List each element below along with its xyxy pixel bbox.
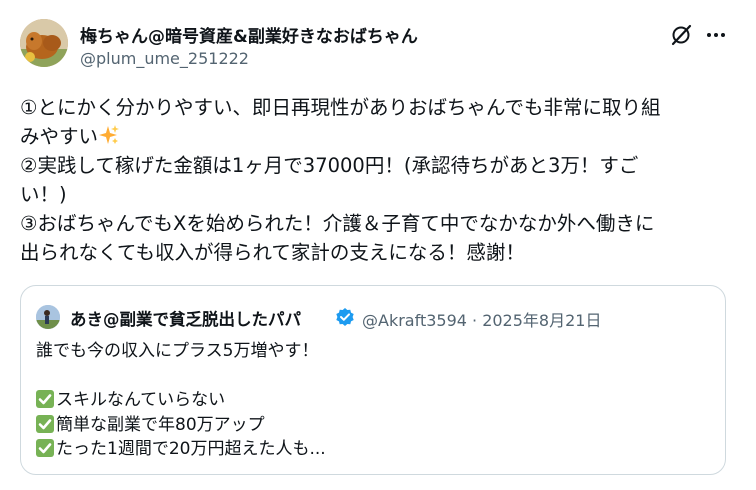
- tweet-text-line: 出られなくても収入が得られて家計の支えになる！感謝！: [20, 241, 525, 264]
- check-mark-button-emoji-icon: [36, 414, 54, 433]
- author-handle[interactable]: @plum_ume_251222: [80, 49, 249, 68]
- quoted-post-text: 誰でも今の収入にプラス5万増やす！ スキルなんていらない 簡単な副業で年80万ア…: [36, 339, 326, 462]
- tweet-text: ①とにかく分かりやすい、即日再現性がありおばちゃんでも非常に取り組 みやすい ②…: [20, 93, 732, 267]
- quoted-text-line: 誰でも今の収入にプラス5万増やす！: [36, 341, 319, 361]
- quoted-author-display-name: あき@副業で貧乏脱出したパパ: [70, 310, 301, 329]
- quoted-author-avatar: [36, 305, 60, 329]
- quoted-post-card[interactable]: あき@副業で貧乏脱出したパパ @Akraft3594 · 2025年8月21日 …: [20, 285, 726, 475]
- tweet-text-line: ①とにかく分かりやすい、即日再現性がありおばちゃんでも非常に取り組: [20, 96, 661, 119]
- check-mark-button-emoji-icon: [36, 439, 54, 457]
- quoted-list-item: スキルなんていらない: [36, 388, 326, 413]
- more-icon[interactable]: [704, 24, 728, 46]
- grok-icon[interactable]: [670, 24, 692, 46]
- check-mark-button-emoji-icon: [36, 390, 54, 408]
- verified-badge-icon: [335, 307, 355, 327]
- author-display-name[interactable]: 梅ちゃん@暗号資産&副業好きなおばちゃん: [80, 22, 418, 47]
- tweet-text-line: みやすい: [20, 122, 732, 151]
- quoted-text-blank-line: [36, 364, 326, 389]
- tweet-text-line: ②実践して稼げた金額は1ヶ月で37000円！(承認待ちがあと3万！すご: [20, 154, 639, 177]
- sparkles-emoji-icon: [98, 124, 120, 154]
- quoted-post-meta: @Akraft3594 · 2025年8月21日: [362, 311, 602, 330]
- quoted-list-item: 簡単な副業で年80万アップ: [36, 413, 326, 438]
- tweet: 梅ちゃん@暗号資産&副業好きなおばちゃん @plum_ume_251222 ①と…: [0, 0, 756, 490]
- tweet-text-line: ③おばちゃんでもXを始められた！介護＆子育て中でなかなか外へ働きに: [20, 212, 655, 235]
- quoted-list-item: たった1週間で20万円超えた人も...: [36, 437, 326, 462]
- tweet-text-line: い！): [20, 183, 67, 206]
- author-avatar[interactable]: [20, 19, 68, 67]
